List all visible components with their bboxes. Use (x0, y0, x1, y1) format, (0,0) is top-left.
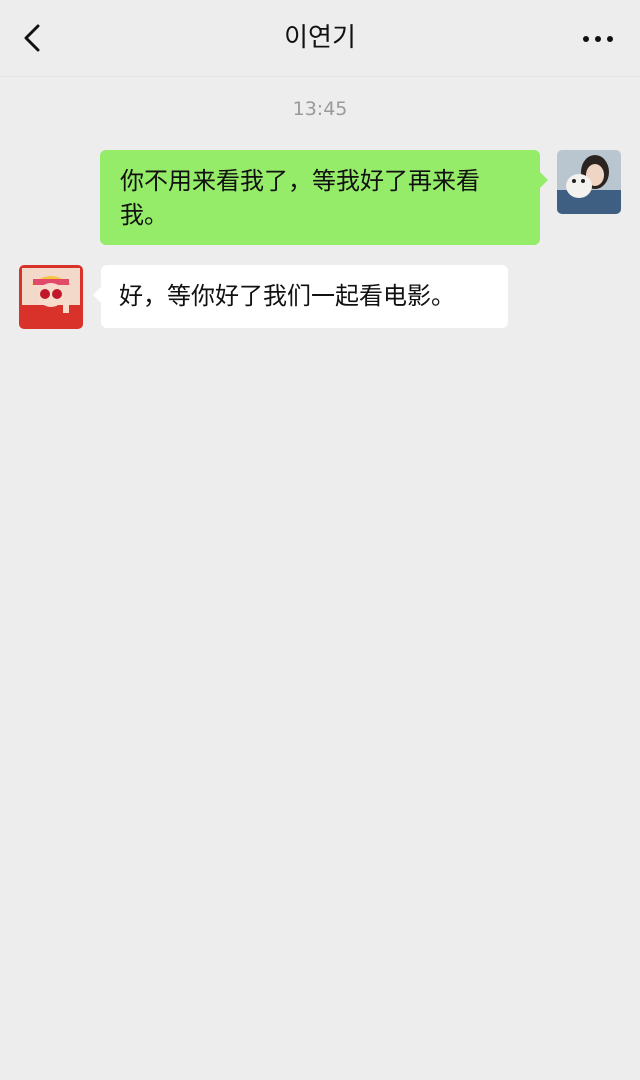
message-timestamp: 13:45 (292, 98, 348, 120)
incoming-message-bubble[interactable]: 好，等你好了我们一起看电影。 (93, 265, 508, 328)
outgoing-message-bubble[interactable]: 你不用来看我了，等我好了再来看我。 (100, 150, 548, 245)
more-button[interactable] (578, 24, 618, 54)
more-dots-icon (583, 36, 613, 42)
chat-title: 이연기 (284, 23, 356, 53)
self-avatar[interactable] (557, 150, 621, 214)
contact-avatar[interactable] (19, 265, 83, 329)
chat-header: 이연기 (0, 0, 640, 77)
